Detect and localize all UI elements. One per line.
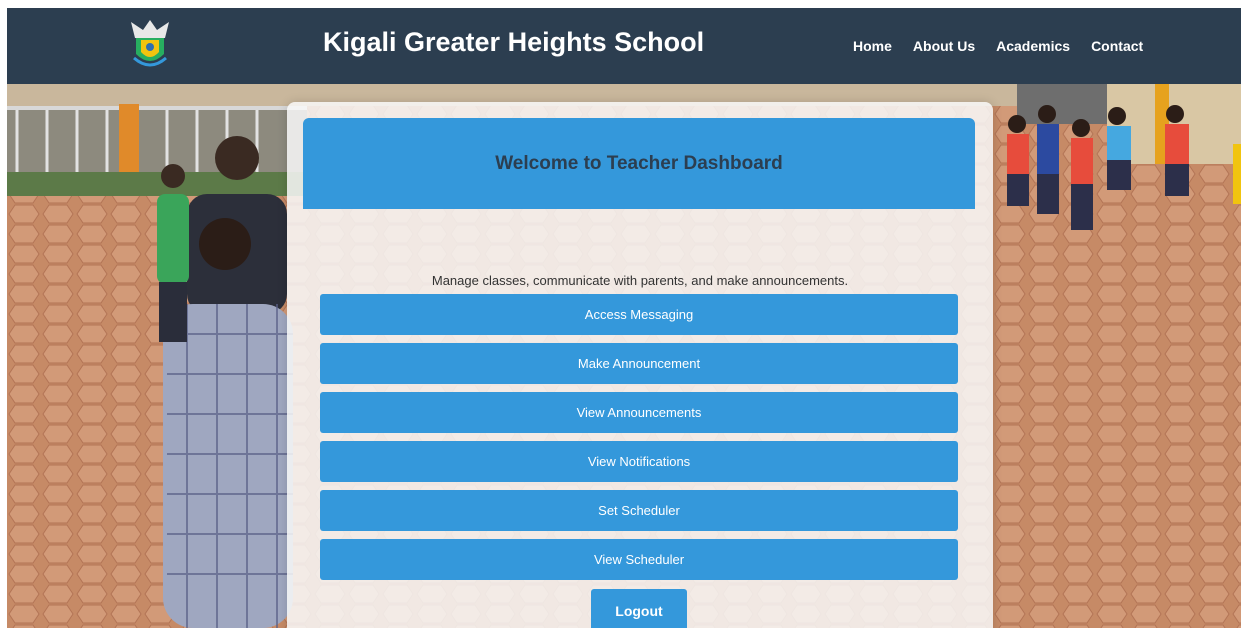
nav-about-us[interactable]: About Us: [913, 38, 975, 54]
nav-home[interactable]: Home: [853, 38, 892, 54]
nav-contact[interactable]: Contact: [1091, 38, 1143, 54]
dashboard-title: Welcome to Teacher Dashboard: [495, 152, 783, 174]
page-frame: Kigali Greater Heights School Home About…: [7, 8, 1241, 628]
access-messaging-button[interactable]: Access Messaging: [320, 294, 958, 335]
dashboard-actions: Access Messaging Make Announcement View …: [320, 294, 958, 588]
school-crest-icon[interactable]: [127, 16, 173, 72]
dashboard-header: Welcome to Teacher Dashboard: [303, 118, 975, 209]
site-header: Kigali Greater Heights School Home About…: [7, 8, 1241, 84]
view-announcements-button[interactable]: View Announcements: [320, 392, 958, 433]
make-announcement-button[interactable]: Make Announcement: [320, 343, 958, 384]
view-notifications-button[interactable]: View Notifications: [320, 441, 958, 482]
main-nav: Home About Us Academics Contact: [853, 38, 1164, 54]
set-scheduler-button[interactable]: Set Scheduler: [320, 490, 958, 531]
nav-academics[interactable]: Academics: [996, 38, 1070, 54]
dashboard-subtitle: Manage classes, communicate with parents…: [431, 273, 849, 288]
view-scheduler-button[interactable]: View Scheduler: [320, 539, 958, 580]
site-title: Kigali Greater Heights School: [323, 27, 705, 57]
logout-button[interactable]: Logout: [591, 589, 687, 628]
dashboard-card: Welcome to Teacher Dashboard Manage clas…: [287, 102, 993, 628]
